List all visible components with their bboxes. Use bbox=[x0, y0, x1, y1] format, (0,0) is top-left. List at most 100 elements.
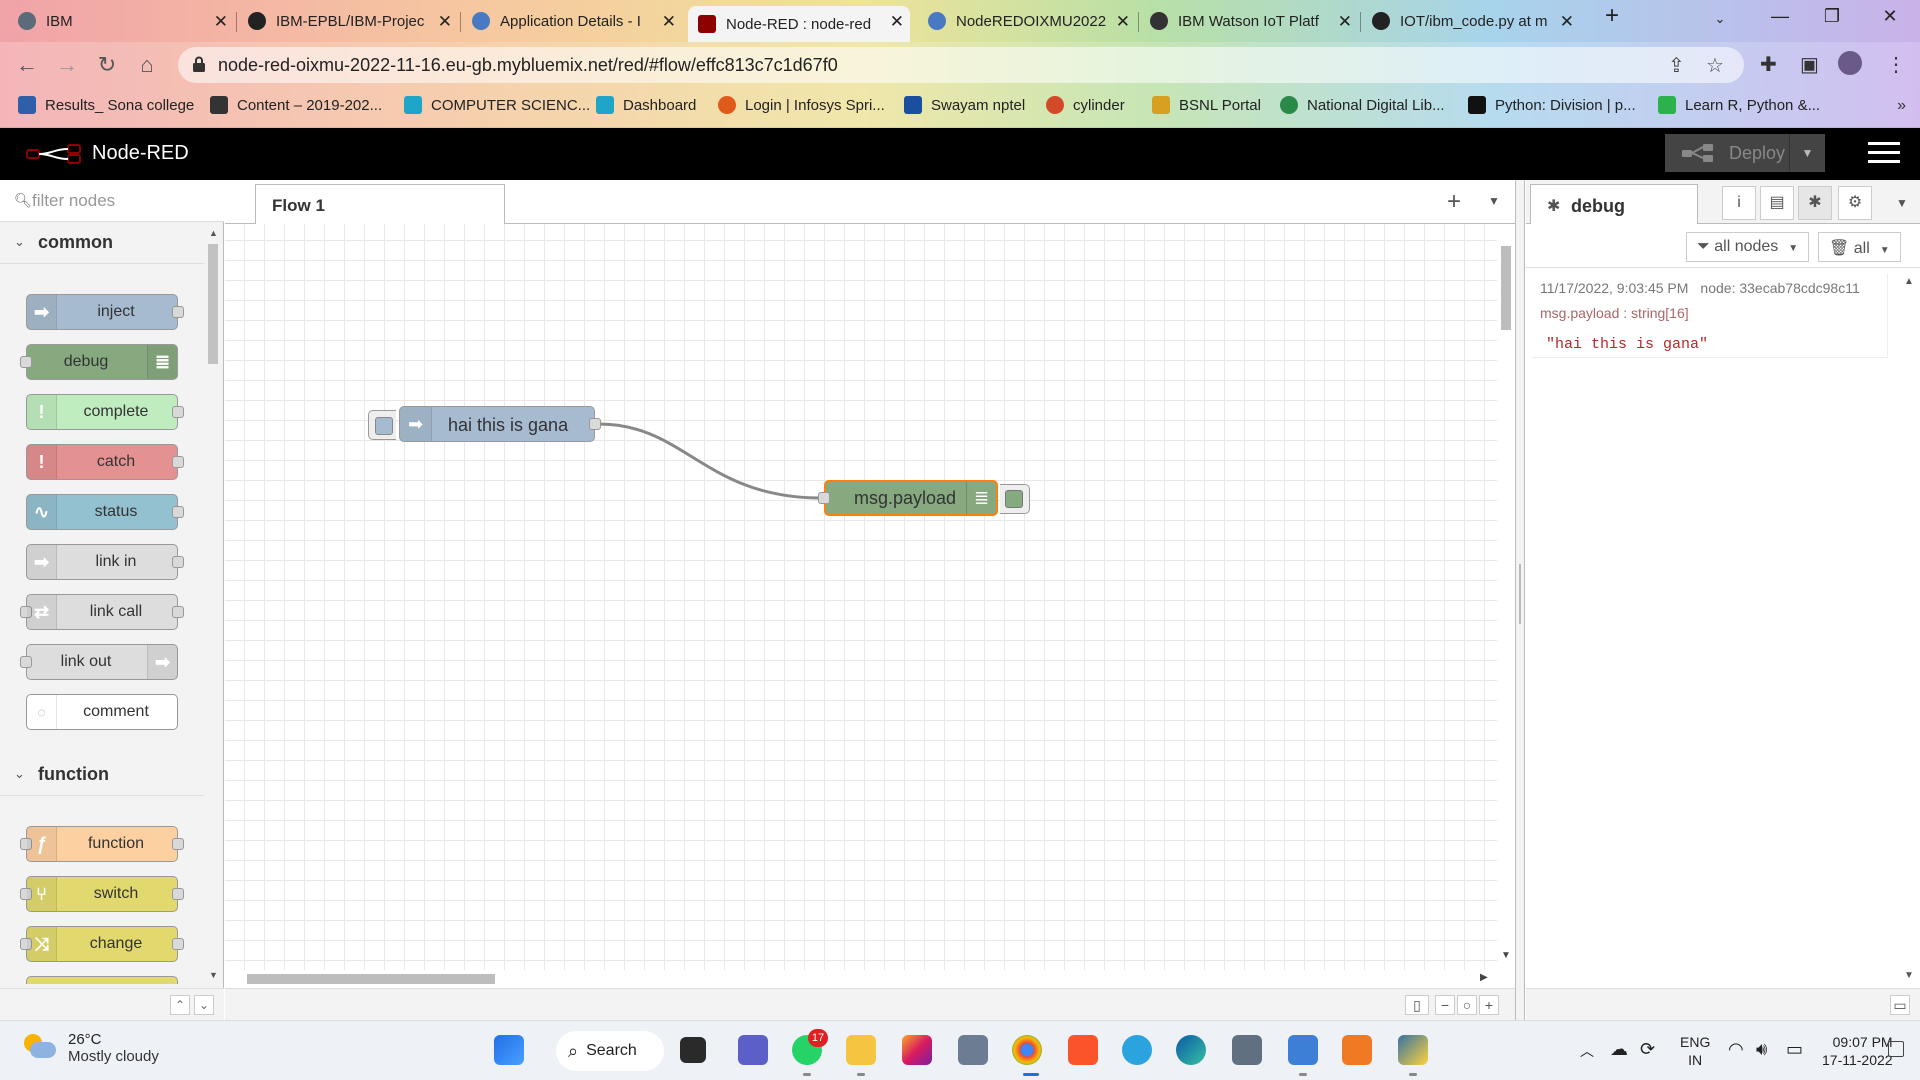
palette-node-debug[interactable]: debug ≣ bbox=[20, 344, 178, 380]
chrome-icon[interactable] bbox=[1012, 1035, 1042, 1065]
filter-all-nodes-dropdown[interactable]: ⏷ all nodes ▼ bbox=[1686, 232, 1810, 262]
palette-node-inject[interactable]: ➡ inject bbox=[26, 294, 184, 330]
debug-toggle-button[interactable] bbox=[1000, 484, 1030, 514]
bookmark-content[interactable]: Content – 2019-202... bbox=[210, 96, 382, 114]
navigator-map-icon[interactable]: ▯ bbox=[1405, 995, 1429, 1015]
edge-icon[interactable] bbox=[1176, 1035, 1206, 1065]
palette-node-link-in[interactable]: ➡ link in bbox=[26, 544, 184, 580]
palette-node-catch[interactable]: ! catch bbox=[26, 444, 184, 480]
bookmark-dashboard[interactable]: Dashboard bbox=[596, 96, 696, 114]
input-port[interactable] bbox=[818, 492, 830, 504]
info-icon[interactable]: i bbox=[1722, 186, 1756, 220]
flow-list-caret-icon[interactable]: ▼ bbox=[1488, 194, 1500, 208]
flow-node-inject[interactable]: ➡ hai this is gana bbox=[368, 406, 601, 442]
scrollbar-thumb[interactable] bbox=[208, 244, 218, 364]
weather-widget[interactable]: 26°C Mostly cloudy bbox=[22, 1031, 159, 1065]
scroll-down-icon[interactable]: ▼ bbox=[1501, 950, 1511, 961]
restore-icon[interactable]: ❐ bbox=[1812, 6, 1852, 27]
main-menu-icon[interactable] bbox=[1868, 142, 1900, 166]
add-flow-icon[interactable]: + bbox=[1447, 188, 1461, 216]
palette-category-common[interactable]: ⌄ common bbox=[0, 222, 204, 264]
palette-node-link-out[interactable]: link out ➡ bbox=[20, 644, 178, 680]
bookmark-bsnl[interactable]: BSNL Portal bbox=[1152, 96, 1261, 114]
bookmark-results[interactable]: Results_ Sona college bbox=[18, 96, 194, 114]
browser-tab-watson-iot[interactable]: IBM Watson IoT Platf ✕ bbox=[1140, 6, 1358, 36]
help-book-icon[interactable]: ▤ bbox=[1760, 186, 1794, 220]
brave-icon[interactable] bbox=[1068, 1035, 1098, 1065]
system-clock[interactable]: 09:07 PM 17-11-2022 bbox=[1822, 1033, 1893, 1069]
close-tab-icon[interactable]: ✕ bbox=[1560, 12, 1574, 32]
app-orange-icon[interactable] bbox=[1342, 1035, 1372, 1065]
browser-tab-noderedoixmu[interactable]: NodeREDOIXMU2022 ✕ bbox=[918, 6, 1136, 36]
flow-canvas[interactable]: ➡ hai this is gana msg.payload ≣ bbox=[225, 224, 1497, 970]
onedrive-cloud-icon[interactable]: ☁ bbox=[1610, 1039, 1628, 1060]
flow-node-debug[interactable]: msg.payload ≣ bbox=[818, 480, 1030, 516]
show-hidden-icons-icon[interactable]: ︿ bbox=[1580, 1041, 1594, 1061]
close-tab-icon[interactable]: ✕ bbox=[662, 12, 676, 32]
bookmark-star-icon[interactable]: ☆ bbox=[1706, 53, 1724, 78]
address-bar[interactable]: node-red-oixmu-2022-11-16.eu-gb.mybluemi… bbox=[178, 47, 1744, 83]
battery-icon[interactable]: ▭ bbox=[1786, 1039, 1803, 1060]
bookmark-infosys[interactable]: Login | Infosys Spri... bbox=[718, 96, 885, 114]
extensions-icon[interactable]: ✚ bbox=[1760, 52, 1777, 77]
canvas-horizontal-scrollbar[interactable]: ▶ bbox=[225, 970, 1497, 988]
output-port[interactable] bbox=[589, 418, 601, 430]
scroll-down-icon[interactable]: ▼ bbox=[209, 970, 218, 980]
palette-filter-input[interactable]: filter nodes bbox=[32, 191, 115, 211]
minimize-icon[interactable]: — bbox=[1760, 6, 1800, 27]
close-tab-icon[interactable]: ✕ bbox=[1116, 12, 1130, 32]
canvas-vertical-scrollbar[interactable]: ▼ bbox=[1497, 224, 1515, 970]
open-debug-window-icon[interactable]: ▭ bbox=[1890, 995, 1910, 1015]
palette-category-function[interactable]: ⌄ function bbox=[0, 754, 204, 796]
bookmark-learn-r[interactable]: Learn R, Python &... bbox=[1658, 96, 1820, 114]
forward-icon[interactable]: → bbox=[52, 50, 82, 80]
scroll-up-icon[interactable]: ▲ bbox=[1904, 276, 1914, 287]
share-icon[interactable]: ⇪ bbox=[1668, 53, 1685, 78]
more-bookmarks-icon[interactable]: » bbox=[1897, 97, 1906, 115]
bookmark-cylinder[interactable]: cylinder bbox=[1046, 96, 1125, 114]
input-language[interactable]: ENG IN bbox=[1680, 1033, 1710, 1069]
windows-start-icon[interactable] bbox=[494, 1035, 524, 1065]
palette-search[interactable]: 🔍︎ filter nodes bbox=[0, 180, 224, 222]
resize-grip[interactable] bbox=[1519, 564, 1521, 624]
debug-message[interactable]: 11/17/2022, 9:03:45 PM node: 33ecab78cdc9… bbox=[1532, 274, 1888, 358]
close-tab-icon[interactable]: ✕ bbox=[214, 12, 228, 32]
scroll-up-icon[interactable]: ▲ bbox=[209, 228, 218, 238]
calculator-icon[interactable] bbox=[958, 1035, 988, 1065]
scroll-right-icon[interactable]: ▶ bbox=[1480, 972, 1488, 983]
scrollbar-thumb[interactable] bbox=[1501, 246, 1511, 330]
side-panel-icon[interactable]: ▣ bbox=[1800, 52, 1819, 77]
palette-node-switch[interactable]: ⑂ switch bbox=[20, 876, 184, 912]
camera-icon[interactable] bbox=[1232, 1035, 1262, 1065]
expand-all-icon[interactable]: ⌄ bbox=[194, 995, 214, 1015]
deploy-menu-caret-icon[interactable]: ▼ bbox=[1789, 134, 1825, 172]
reload-icon[interactable]: ↻ bbox=[92, 50, 122, 80]
palette-node-function[interactable]: ƒ function bbox=[20, 826, 184, 862]
zoom-in-icon[interactable]: + bbox=[1479, 995, 1499, 1015]
tab-debug[interactable]: ✱ debug bbox=[1530, 184, 1698, 225]
flow-wire[interactable] bbox=[598, 422, 822, 500]
close-window-icon[interactable]: ✕ bbox=[1870, 6, 1910, 27]
palette-node-complete[interactable]: ! complete bbox=[26, 394, 184, 430]
zoom-reset-icon[interactable]: ○ bbox=[1457, 995, 1477, 1015]
browser-tab-github[interactable]: IBM-EPBL/IBM-Projec ✕ bbox=[238, 6, 458, 36]
notepad-icon[interactable] bbox=[1288, 1035, 1318, 1065]
wifi-icon[interactable]: ◠ bbox=[1728, 1039, 1744, 1060]
file-explorer-icon[interactable] bbox=[846, 1035, 876, 1065]
clear-messages-dropdown[interactable]: 🗑︎ all ▼ bbox=[1818, 232, 1901, 262]
deploy-button[interactable]: Deploy ▼ bbox=[1665, 134, 1825, 172]
zoom-out-icon[interactable]: − bbox=[1435, 995, 1455, 1015]
close-tab-icon[interactable]: ✕ bbox=[438, 12, 452, 32]
sidebar-separator[interactable] bbox=[1515, 180, 1525, 1020]
browser-tab-node-red[interactable]: Node-RED : node-red ✕ bbox=[688, 6, 910, 42]
scroll-down-icon[interactable]: ▼ bbox=[1904, 970, 1914, 981]
palette-node-comment[interactable]: ◌ comment bbox=[26, 694, 178, 730]
tab-search-icon[interactable]: ⌄ bbox=[1700, 11, 1740, 27]
palette-node-link-call[interactable]: ⇄ link call bbox=[20, 594, 184, 630]
teams-chat-icon[interactable] bbox=[738, 1035, 768, 1065]
notification-center-icon[interactable] bbox=[1888, 1041, 1904, 1057]
task-view-icon[interactable] bbox=[680, 1037, 706, 1063]
palette-node-status[interactable]: ∿ status bbox=[26, 494, 184, 530]
sync-icon[interactable]: ⟳ bbox=[1640, 1039, 1655, 1060]
message-node-id[interactable]: node: 33ecab78cdc98c11 bbox=[1700, 280, 1859, 296]
